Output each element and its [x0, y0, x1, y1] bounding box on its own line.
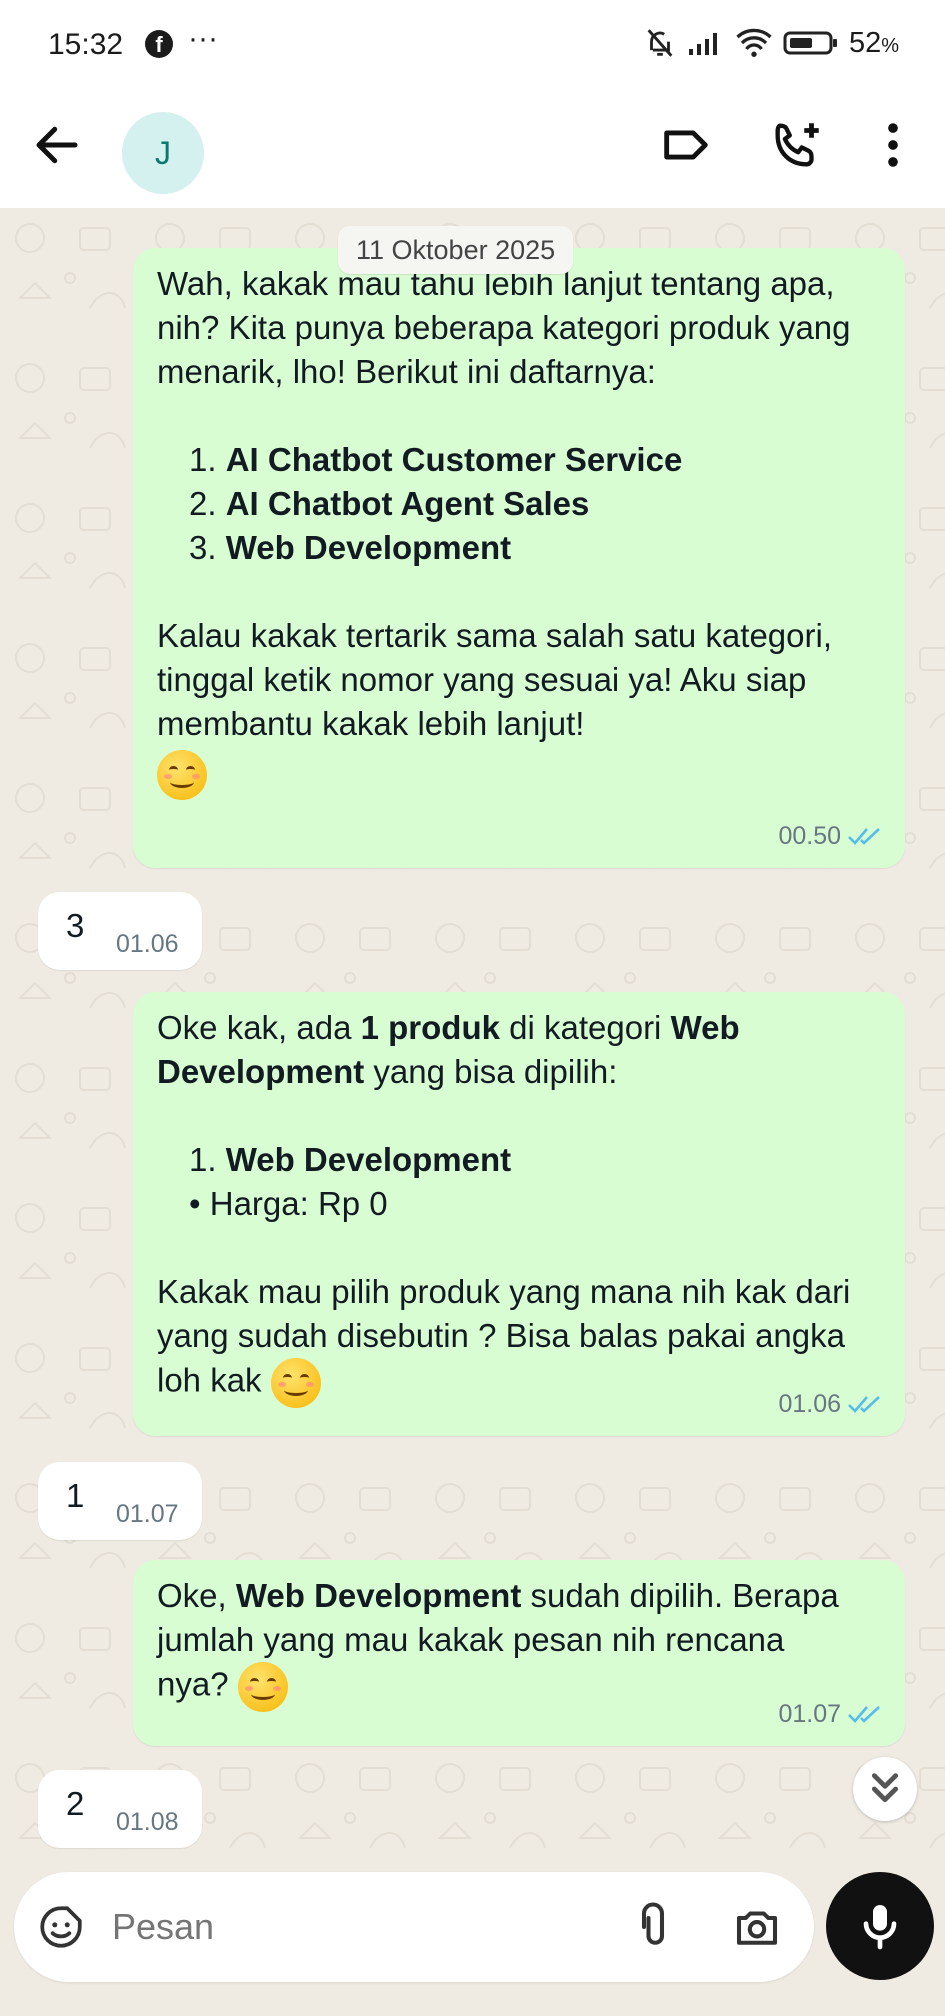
incoming-message[interactable]: 3 01.06 [38, 892, 202, 970]
incoming-message[interactable]: 1 01.07 [38, 1462, 202, 1540]
wifi-icon [736, 28, 772, 57]
list-item: 1. AI Chatbot Customer Service [189, 441, 683, 478]
outgoing-message[interactable]: Oke, Web Development sudah dipilih. Bera… [133, 1560, 905, 1746]
status-time: 15:32 [48, 28, 124, 61]
sticker-emoji-icon[interactable] [36, 1902, 86, 1952]
read-receipt-icon [848, 1396, 880, 1413]
list-item: 1. Web Development [189, 1141, 512, 1178]
message-time: 01.06 [778, 1390, 841, 1418]
message-time: 01.07 [778, 1700, 841, 1728]
back-arrow-icon[interactable] [30, 118, 84, 172]
attach-paperclip-icon[interactable] [626, 1900, 680, 1954]
message-meta: 00.50 [778, 814, 883, 858]
smiling-emoji-icon [157, 750, 207, 800]
battery-icon [783, 31, 837, 55]
message-text: Kalau kakak tertarik sama salah satu kat… [157, 617, 833, 742]
message-text: 3 [66, 907, 85, 944]
add-call-icon[interactable] [768, 116, 826, 174]
mute-bell-icon [647, 29, 673, 57]
date-chip: 11 Oktober 2025 [338, 226, 574, 274]
message-time: 00.50 [778, 822, 841, 850]
message-time: 01.08 [116, 1808, 179, 1836]
chat-area[interactable]: Wah, kakak mau tahu lebih lanjut tentang… [0, 208, 945, 1858]
voice-record-button[interactable] [826, 1872, 934, 1980]
avatar[interactable]: J [122, 112, 204, 194]
list-item: 2. AI Chatbot Agent Sales [189, 485, 590, 522]
message-text: Oke kak, ada 1 produk di kategori Web De… [157, 1009, 740, 1090]
status-bar: 15:32 f ··· 52% [0, 0, 945, 92]
outgoing-message[interactable]: Wah, kakak mau tahu lebih lanjut tentang… [133, 248, 905, 868]
list-item: 3. Web Development [189, 529, 512, 566]
message-time: 01.06 [116, 930, 179, 958]
read-receipt-icon [848, 1706, 880, 1723]
camera-icon[interactable] [730, 1900, 784, 1954]
message-meta: 01.06 [778, 1382, 883, 1426]
message-text: 1 [66, 1477, 85, 1514]
message-text: Oke, Web Development sudah dipilih. Bera… [157, 1574, 881, 1712]
microphone-icon [863, 1905, 897, 1950]
category-list: 1. AI Chatbot Customer Service 2. AI Cha… [157, 438, 881, 570]
signal-icon [688, 33, 717, 55]
read-receipt-icon [848, 828, 880, 845]
smiling-emoji-icon [270, 1358, 321, 1408]
message-time: 01.07 [116, 1500, 179, 1528]
list-item: • Harga: Rp 0 [189, 1185, 388, 1222]
more-notifications-icon: ··· [188, 22, 218, 55]
label-tag-icon[interactable] [657, 116, 715, 174]
more-options-icon[interactable] [864, 116, 922, 174]
message-text: Wah, kakak mau tahu lebih lanjut tentang… [157, 265, 851, 390]
chat-header: J [0, 92, 945, 208]
smiling-emoji-icon [237, 1662, 288, 1712]
incoming-message[interactable]: 2 01.08 [38, 1770, 202, 1848]
message-meta: 01.07 [778, 1692, 883, 1736]
product-list: 1. Web Development • Harga: Rp 0 [157, 1138, 881, 1226]
scroll-to-bottom-button[interactable] [853, 1757, 917, 1821]
message-composer[interactable] [14, 1872, 814, 1982]
message-text: Kakak mau pilih produk yang mana nih kak… [157, 1270, 881, 1408]
message-text: 2 [66, 1785, 85, 1822]
message-input[interactable] [112, 1896, 612, 1958]
double-chevron-down-icon [871, 1773, 899, 1803]
battery-percent: 52% [848, 26, 899, 59]
system-nav-bar [0, 1990, 945, 2016]
outgoing-message[interactable]: Oke kak, ada 1 produk di kategori Web De… [133, 992, 905, 1436]
facebook-notification-icon: f [145, 30, 173, 58]
